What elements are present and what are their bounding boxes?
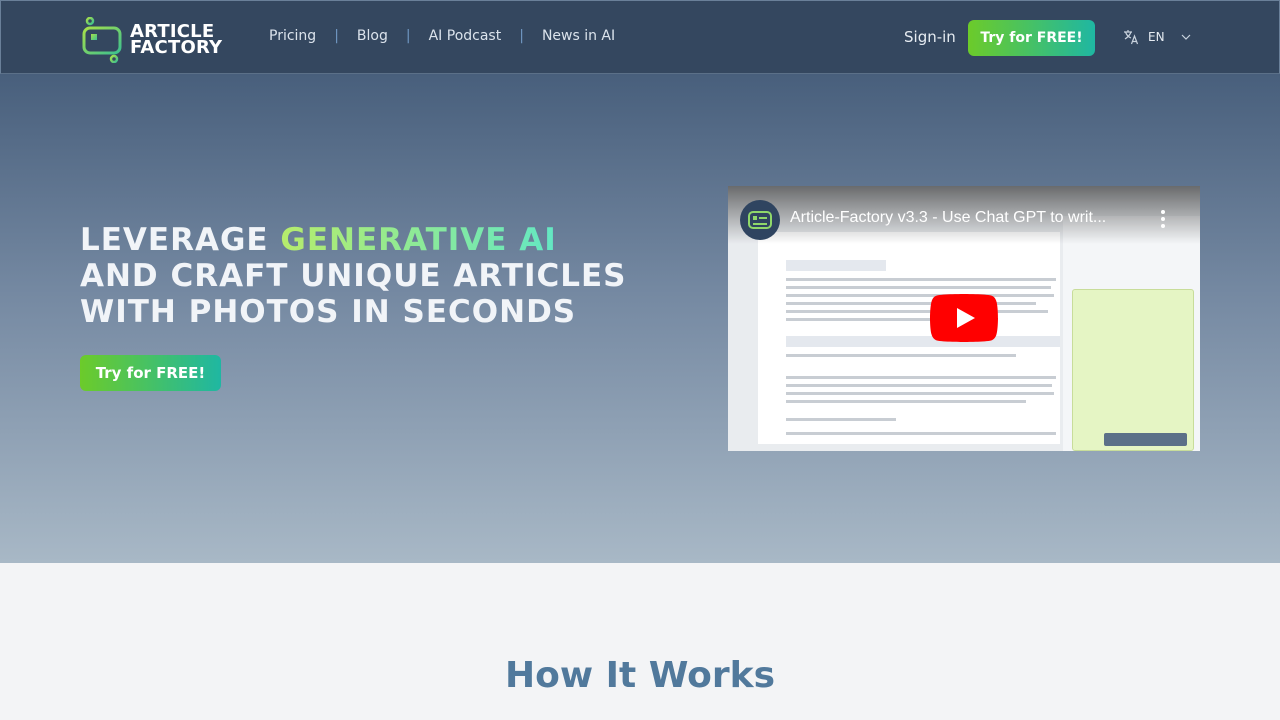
site-header: ARTICLE FACTORY Pricing | Blog | AI Podc… [0, 0, 1280, 74]
language-code: EN [1148, 30, 1165, 44]
nav-blog[interactable]: Blog [357, 28, 388, 44]
headline-part-1: LEVERAGE [80, 222, 281, 258]
logo[interactable]: ARTICLE FACTORY [81, 17, 222, 63]
doc-line [786, 354, 1016, 357]
robot-logo-icon [82, 17, 122, 63]
robot-logo-icon [748, 211, 772, 229]
nav-news-in-ai[interactable]: News in AI [542, 28, 615, 44]
doc-line [786, 392, 1054, 395]
doc-line [786, 432, 1056, 435]
logo-text: ARTICLE FACTORY [130, 23, 223, 58]
video-thumbnail-panel [1072, 289, 1194, 451]
logo-line-2: FACTORY [130, 37, 223, 58]
doc-line [786, 400, 1026, 403]
video-title[interactable]: Article-Factory v3.3 - Use Chat GPT to w… [790, 209, 1106, 227]
doc-line [786, 376, 1056, 379]
video-thumbnail-document [758, 232, 1060, 444]
nav-ai-podcast[interactable]: AI Podcast [429, 28, 502, 44]
main-nav: Pricing | Blog | AI Podcast | News in AI [269, 28, 615, 44]
doc-section [786, 336, 1060, 347]
how-it-works-title: How It Works [504, 655, 776, 696]
translate-icon [1124, 30, 1139, 45]
doc-line [786, 286, 1051, 289]
doc-line [786, 310, 1048, 313]
language-selector[interactable]: EN [1123, 29, 1191, 45]
doc-line [786, 384, 1052, 387]
video-embed[interactable]: Article-Factory v3.3 - Use Chat GPT to w… [728, 186, 1200, 451]
doc-line [786, 294, 1054, 297]
hero-section: LEVERAGE GENERATIVE AI AND CRAFT UNIQUE … [0, 74, 1280, 563]
hero-headline: LEVERAGE GENERATIVE AI AND CRAFT UNIQUE … [80, 222, 640, 330]
nav-separator: | [334, 28, 339, 44]
try-free-header-button[interactable]: Try for FREE! [968, 20, 1095, 56]
more-options-icon[interactable] [1158, 209, 1168, 229]
signin-link[interactable]: Sign-in [904, 28, 956, 46]
headline-highlight: GENERATIVE AI [280, 222, 557, 258]
play-icon[interactable] [930, 294, 998, 342]
nav-pricing[interactable]: Pricing [269, 28, 316, 44]
try-free-hero-button[interactable]: Try for FREE! [80, 355, 221, 391]
doc-line [786, 302, 1036, 305]
doc-section [786, 260, 886, 271]
doc-line [786, 278, 1056, 281]
channel-avatar[interactable] [740, 200, 780, 240]
video-thumbnail-button [1104, 433, 1187, 446]
doc-line [786, 418, 896, 421]
nav-separator: | [405, 28, 411, 44]
nav-separator: | [519, 28, 524, 44]
headline-part-2: AND CRAFT UNIQUE ARTICLES WITH PHOTOS IN… [80, 258, 627, 330]
chevron-down-icon [1181, 34, 1190, 40]
